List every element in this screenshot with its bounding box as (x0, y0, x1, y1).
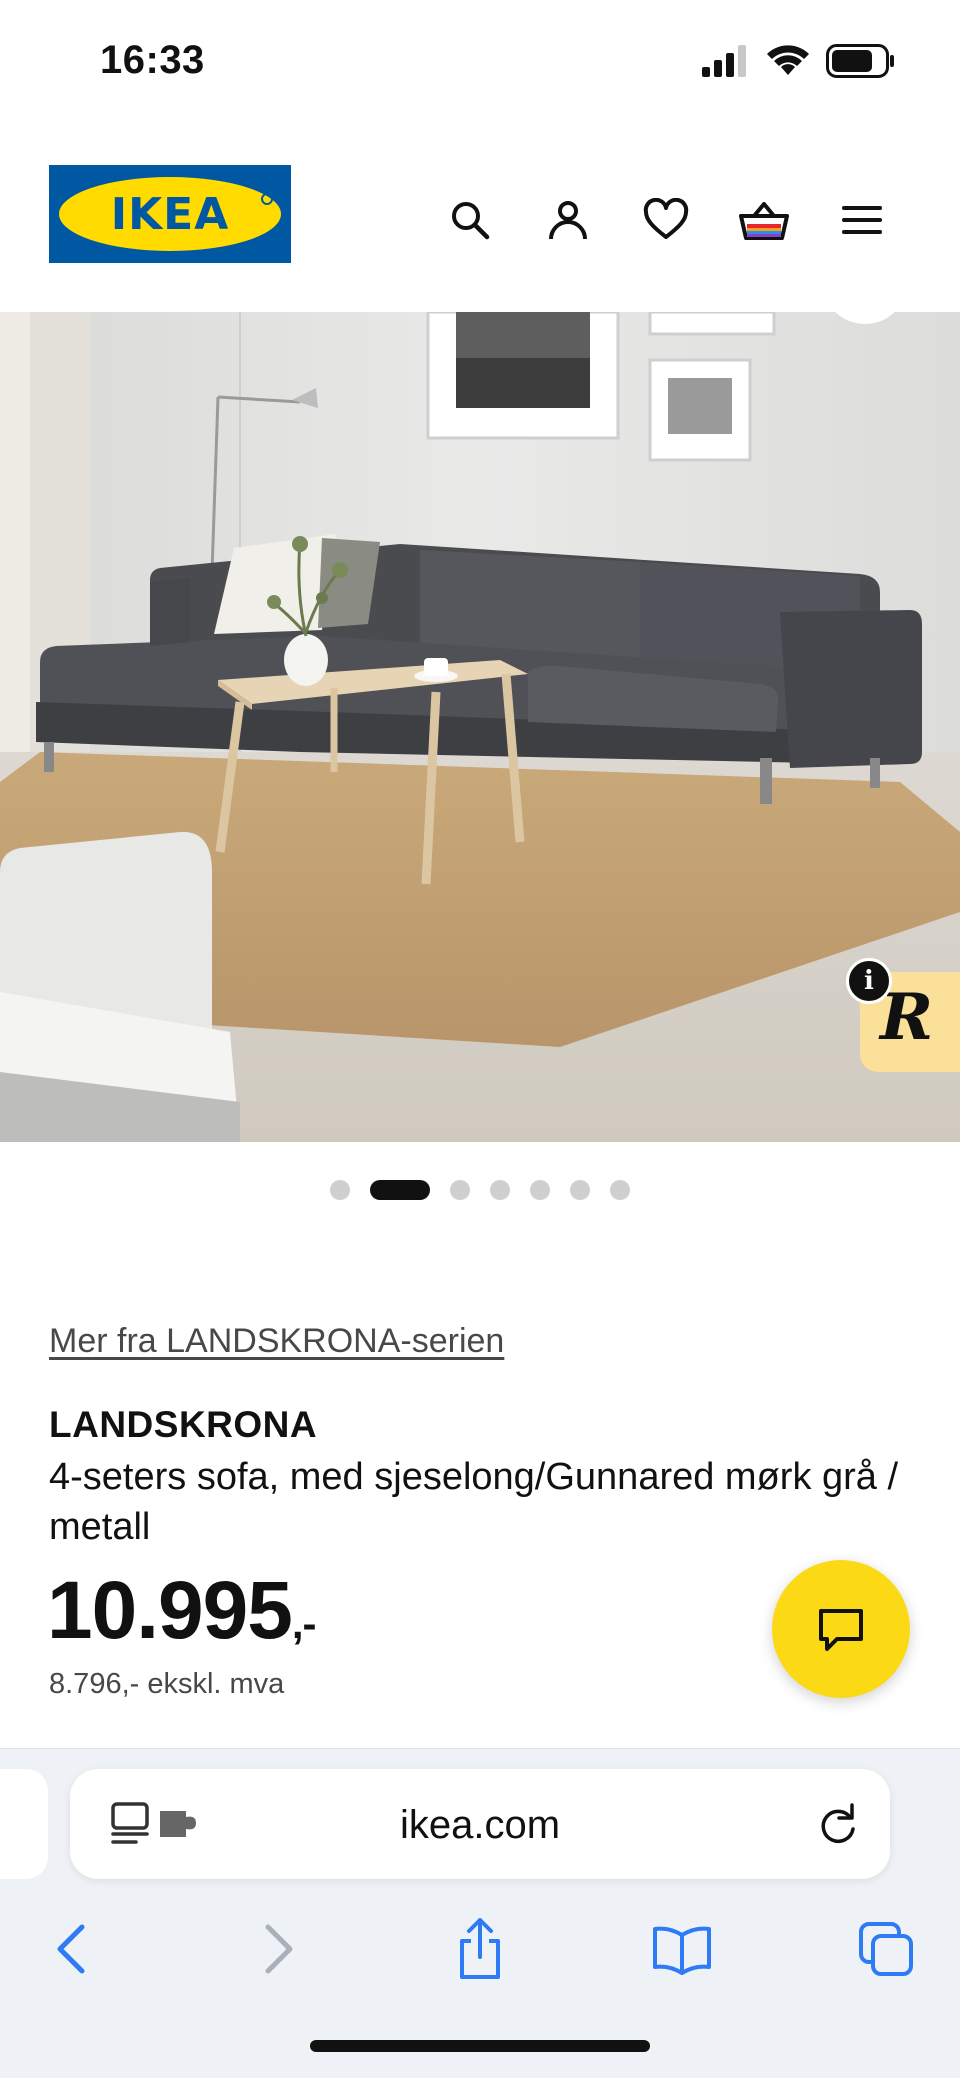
forward-icon (265, 1924, 293, 1974)
ikea-logo[interactable]: IKEA (49, 165, 291, 263)
status-time: 16:33 (100, 38, 205, 82)
browser-nav-row (0, 1909, 960, 1989)
browser-toolbar: ikea.com (0, 1748, 960, 2078)
carousel-dot[interactable] (530, 1180, 550, 1200)
bookmarks-icon (653, 1926, 711, 1975)
search-icon (452, 202, 490, 240)
logo-text: IKEA (110, 188, 230, 240)
product-description: 4-seters sofa, med sjeselong/Gunnared mø… (49, 1456, 899, 1548)
bookmarks-button[interactable] (642, 1909, 722, 1989)
forward-button[interactable] (238, 1909, 318, 1989)
menu-button[interactable] (832, 190, 892, 250)
search-button[interactable] (440, 190, 500, 250)
address-bar[interactable]: ikea.com (70, 1769, 890, 1879)
share-button[interactable] (440, 1909, 520, 1989)
user-icon (549, 201, 587, 240)
price-excl-vat: 8.796,- ekskl. mva (49, 1668, 285, 1700)
cellular-signal-icon (702, 45, 746, 77)
favourites-button[interactable] (636, 190, 696, 250)
site-header: IKEA (0, 150, 960, 280)
status-bar: 16:33 (0, 0, 960, 120)
home-indicator[interactable] (310, 2040, 650, 2052)
tabs-button[interactable] (846, 1909, 926, 1989)
url-text: ikea.com (399, 1803, 561, 1847)
chat-bubble-icon (819, 1609, 863, 1651)
sofa-scene-illustration (0, 312, 960, 1142)
wifi-icon (767, 45, 809, 75)
share-icon (460, 1918, 500, 1979)
carousel-dot[interactable] (330, 1180, 350, 1200)
product-image[interactable]: R i (0, 312, 960, 1142)
reload-icon (821, 1803, 855, 1844)
series-link[interactable]: Mer fra LANDSKRONA-serien (49, 1322, 504, 1361)
image-carousel-dots (0, 1180, 960, 1200)
carousel-dot[interactable] (570, 1180, 590, 1200)
account-button[interactable] (538, 190, 598, 250)
carousel-dot[interactable] (370, 1180, 430, 1200)
back-icon (57, 1924, 85, 1974)
carousel-dot[interactable] (450, 1180, 470, 1200)
price-suffix: ,- (291, 1600, 317, 1647)
info-icon[interactable]: i (846, 958, 892, 1004)
battery-icon (826, 44, 894, 78)
chat-button[interactable] (772, 1560, 910, 1698)
price-value: 10.995 (47, 1565, 293, 1656)
basket-button[interactable] (734, 190, 794, 250)
menu-icon (842, 206, 882, 234)
carousel-dot[interactable] (490, 1180, 510, 1200)
status-icons (700, 44, 896, 78)
reload-button[interactable] (816, 1801, 860, 1852)
previous-tab-peek[interactable] (0, 1769, 48, 1879)
tabs-icon (859, 1922, 913, 1976)
heart-icon (643, 198, 689, 239)
basket-icon (739, 202, 789, 240)
back-button[interactable] (32, 1909, 112, 1989)
carousel-dot[interactable] (610, 1180, 630, 1200)
registered-mark (261, 193, 273, 205)
header-icons (440, 190, 892, 250)
product-name: LANDSKRONA (49, 1404, 318, 1445)
product-price: 10.995,- (47, 1564, 317, 1658)
